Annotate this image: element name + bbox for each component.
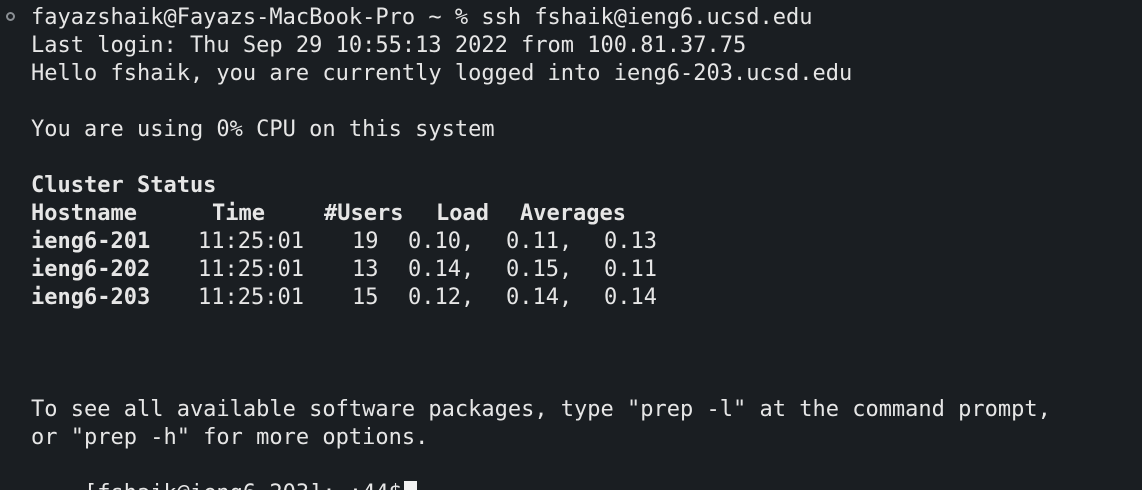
table-row: ieng6-201 11:25:01 19 0.10, 0.11, 0.13 [31, 228, 731, 256]
header-load: Load [436, 201, 489, 226]
header-time: Time [212, 201, 265, 226]
table-row: ieng6-203 11:25:01 15 0.12, 0.14, 0.14 [31, 284, 731, 312]
table-row: ieng6-202 11:25:01 13 0.14, 0.15, 0.11 [31, 256, 731, 284]
row-load-15: 0.11 [604, 257, 657, 282]
info-text-line-2: or "prep -h" for more options. [31, 425, 429, 450]
header-users: #Users [324, 201, 404, 226]
local-command-line: fayazshaik@Fayazs-MacBook-Pro ~ % ssh fs… [31, 5, 813, 30]
prompt-mark-icon [6, 12, 15, 21]
row-load-15: 0.14 [604, 285, 657, 310]
row-time: 11:25:01 [198, 257, 304, 282]
info-text-line-1: To see all available software packages, … [31, 397, 1051, 422]
row-users: 13 [352, 257, 379, 282]
last-login-text: Last login: Thu Sep 29 10:55:13 2022 fro… [31, 33, 747, 58]
row-load-5: 0.14, [506, 285, 573, 310]
row-hostname: ieng6-203 [31, 285, 151, 310]
row-load-1: 0.10, [408, 229, 475, 254]
terminal-window[interactable]: fayazshaik@Fayazs-MacBook-Pro ~ % ssh fs… [0, 0, 1142, 490]
row-load-15: 0.13 [604, 229, 657, 254]
cluster-table-header: Hostname Time #Users Load Averages [31, 200, 731, 228]
header-hostname: Hostname [31, 201, 137, 226]
row-users: 19 [352, 229, 379, 254]
cpu-usage-text: You are using 0% CPU on this system [31, 117, 495, 142]
row-time: 11:25:01 [198, 229, 304, 254]
row-load-5: 0.11, [506, 229, 573, 254]
header-averages: Averages [520, 201, 626, 226]
shell-prompt-line[interactable]: [fshaik@ieng6-203]:~:44$ [31, 452, 417, 490]
shell-prompt: [fshaik@ieng6-203]:~:44$ [84, 481, 402, 490]
row-hostname: ieng6-201 [31, 229, 151, 254]
text-cursor[interactable] [403, 481, 417, 490]
row-hostname: ieng6-202 [31, 257, 151, 282]
row-users: 15 [352, 285, 379, 310]
row-load-1: 0.14, [408, 257, 475, 282]
cluster-status-title: Cluster Status [31, 173, 217, 198]
hello-text: Hello fshaik, you are currently logged i… [31, 61, 853, 86]
row-load-5: 0.15, [506, 257, 573, 282]
row-time: 11:25:01 [198, 285, 304, 310]
row-load-1: 0.12, [408, 285, 475, 310]
